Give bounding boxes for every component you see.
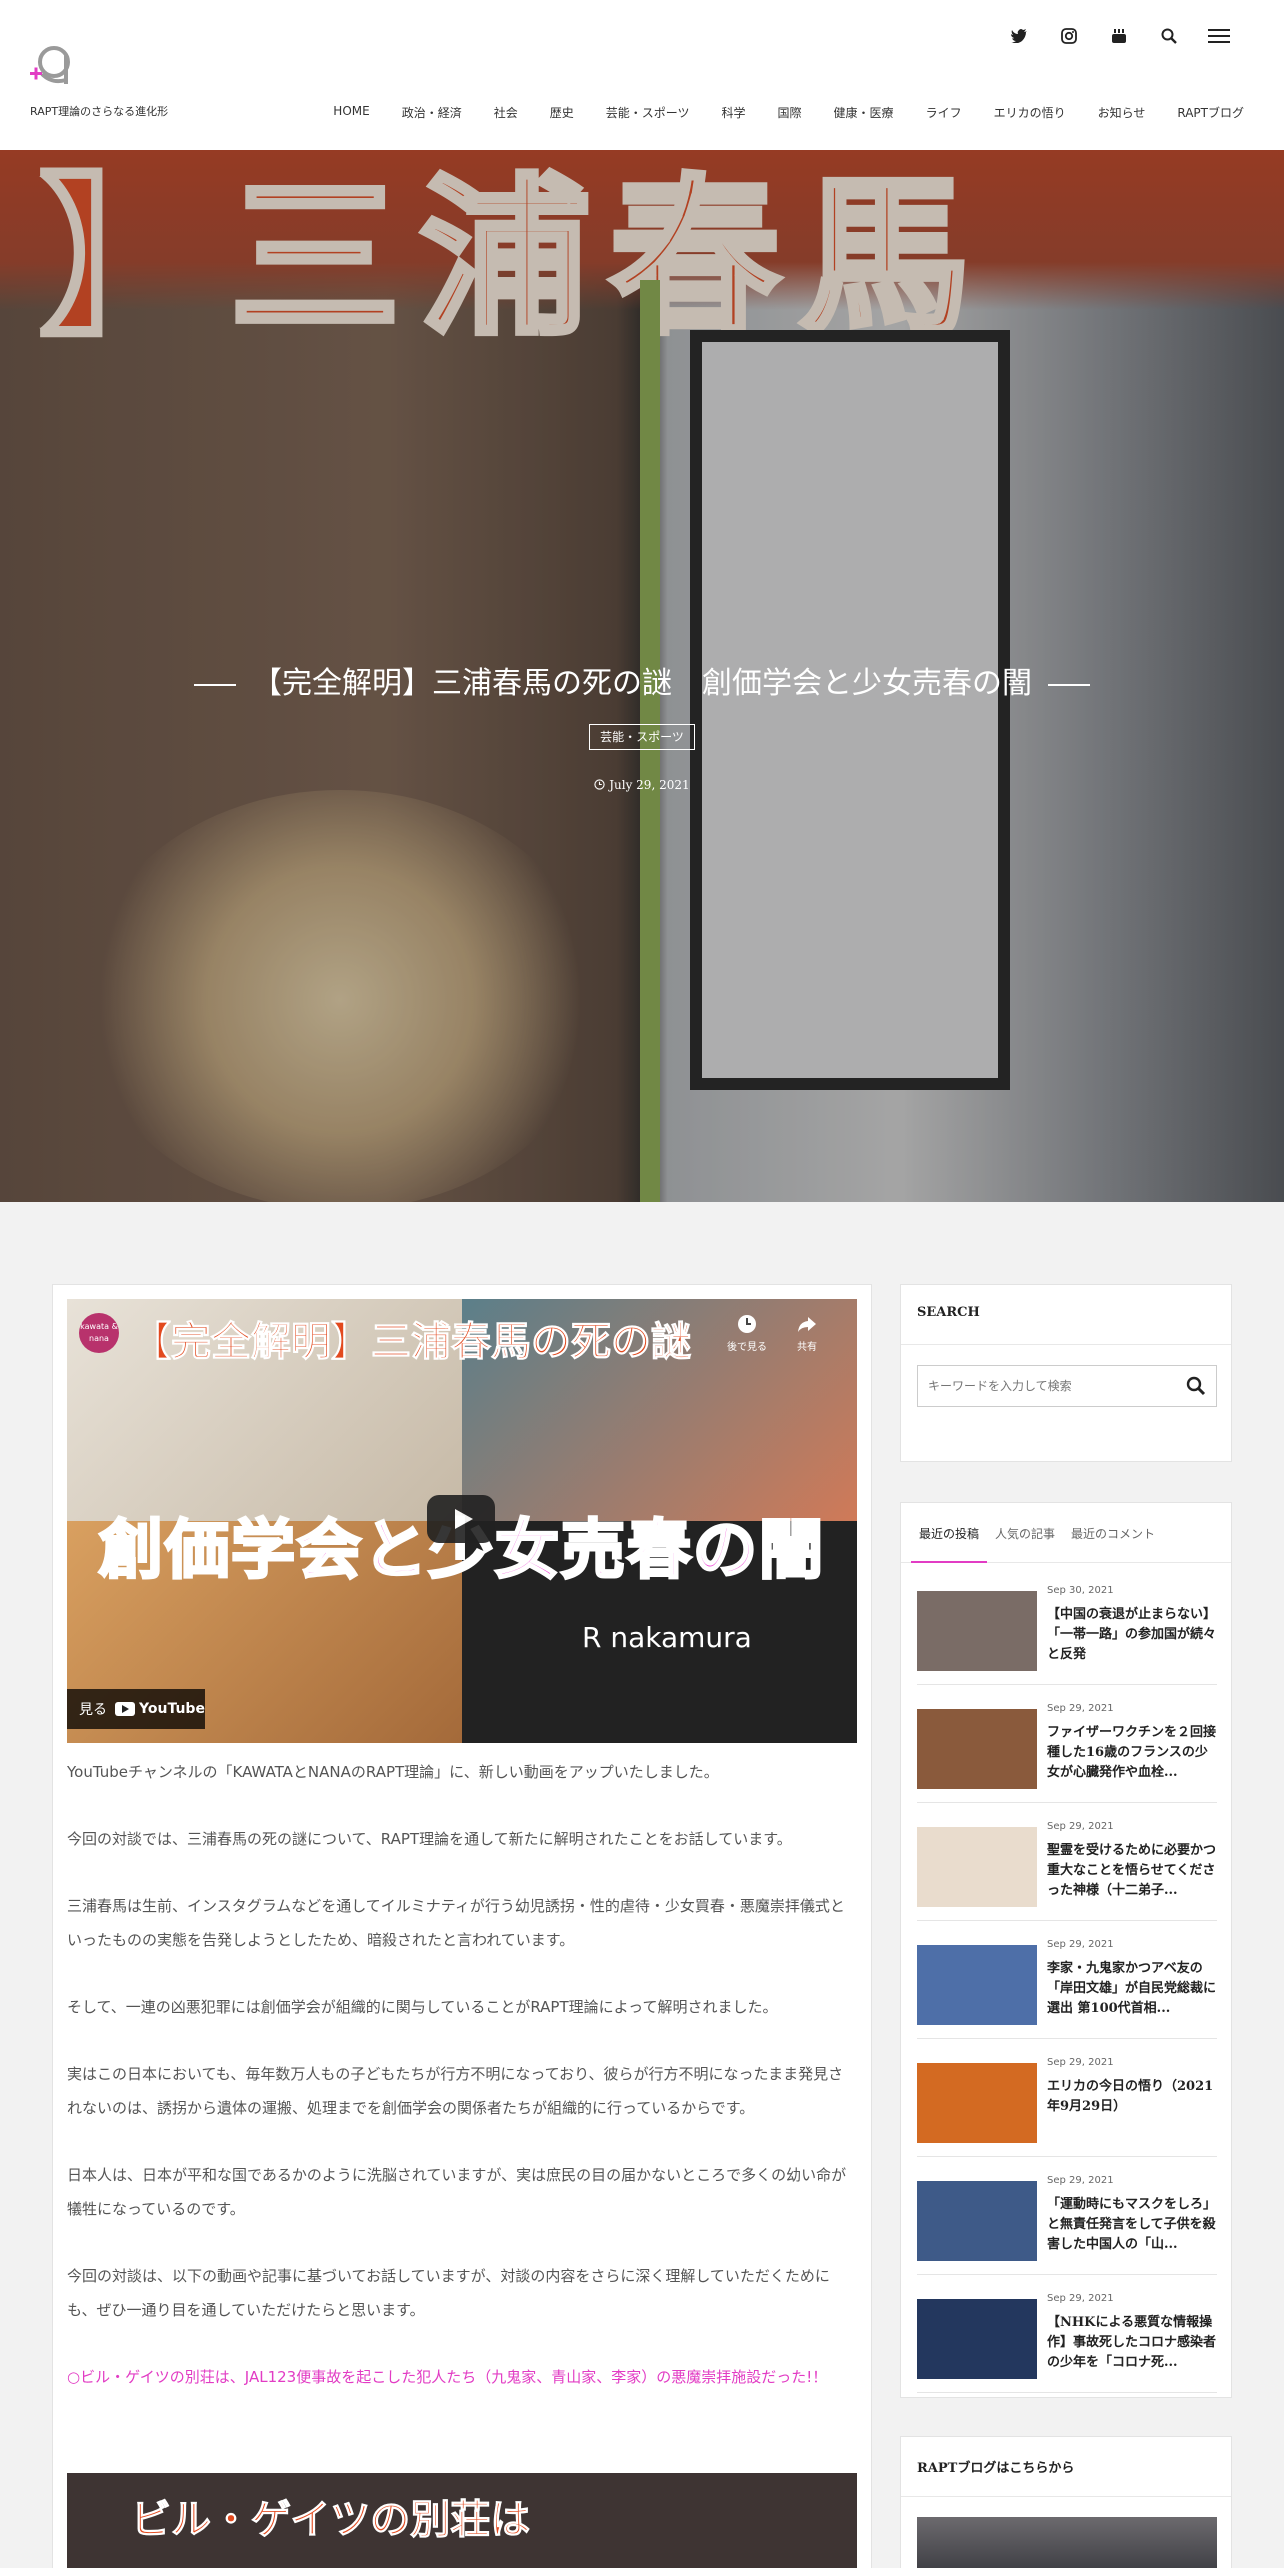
article-paragraph: YouTubeチャンネルの「KAWATAとNANAのRAPT理論」に、新しい動画… xyxy=(67,1763,719,1781)
post-item-title[interactable]: エリカの今日の悟り（2021年9月29日） xyxy=(1047,2077,1217,2117)
post-item-title[interactable]: 【中国の衰退が止まらない】「一帯一路」の参加国が続々と反発 xyxy=(1047,1605,1217,1665)
nav-life[interactable]: ライフ xyxy=(910,104,978,121)
post-item-date: Sep 29, 2021 xyxy=(1047,1939,1114,1950)
recent-post-item[interactable]: Sep 29, 2021 エリカの今日の悟り（2021年9月29日） xyxy=(917,2053,1217,2157)
search-box xyxy=(917,1365,1217,1407)
video-2-title[interactable]: ビル・ゲイツの別荘は xyxy=(130,2487,530,2545)
article-paragraph: 今回の対談では、三浦春馬の死の謎について、RAPT理論を通して新たに解明されたこ… xyxy=(67,1830,792,1848)
video-title[interactable]: 【完全解明】三浦春馬の死の謎 xyxy=(131,1309,692,1367)
youtube-embed-2[interactable]: ビル・ゲイツの別荘は xyxy=(67,2473,857,2568)
posts-tabs: 最近の投稿 人気の記事 最近のコメント xyxy=(901,1503,1231,1563)
site-subtitle: RAPT理論のさらなる進化形 xyxy=(30,105,169,118)
post-date: July 29, 2021 xyxy=(0,778,1284,792)
tab-recent-comments[interactable]: 最近のコメント xyxy=(1063,1503,1163,1563)
post-thumbnail[interactable] xyxy=(917,1945,1037,2025)
site-header: RAPT理論のさらなる進化形 HOME 政治・経済 社会 歴史 芸能・スポーツ … xyxy=(0,0,1284,150)
post-title: 【完全解明】三浦春馬の死の謎 創価学会と少女売春の闇 xyxy=(0,658,1284,702)
rapt-blog-widget-title: RAPTブログはこちらから xyxy=(901,2437,1231,2497)
search-input[interactable] xyxy=(918,1366,1168,1406)
youtube-embed[interactable]: 【完全解明】三浦春馬の死の謎 創価学会と少女売春の闇 R nakamura ka… xyxy=(67,1299,857,1743)
watch-later-button[interactable]: 後で見る xyxy=(727,1313,767,1353)
search-icon[interactable] xyxy=(1144,22,1194,50)
post-item-title[interactable]: 聖霊を受けるために必要かつ重大なことを悟らせてくださった神様（十二弟子... xyxy=(1047,1841,1217,1901)
recent-post-item[interactable]: Sep 29, 2021 「運動時にもマスクをしろ」と無責任発言をして子供を殺害し… xyxy=(917,2171,1217,2275)
post-category-badge[interactable]: 芸能・スポーツ xyxy=(589,724,695,750)
site-logo[interactable] xyxy=(28,44,72,90)
post-thumbnail[interactable] xyxy=(917,2063,1037,2143)
nav-home[interactable]: HOME xyxy=(317,104,385,121)
nav-society[interactable]: 社会 xyxy=(478,104,534,121)
posts-widget: 最近の投稿 人気の記事 最近のコメント Sep 30, 2021 【中国の衰退が止… xyxy=(900,1502,1232,2398)
hero-banner: 】三浦春馬 【完全解明】三浦春馬の死の謎 創価学会と少女売春の闇 芸能・スポーツ… xyxy=(0,150,1284,1202)
post-item-date: Sep 29, 2021 xyxy=(1047,2175,1114,2186)
recent-post-item[interactable]: Sep 29, 2021 ファイザーワクチンを２回接種した16歳のフランスの少女が… xyxy=(917,1699,1217,1803)
watch-on-youtube-button[interactable]: 見る YouTube xyxy=(67,1689,205,1729)
recent-post-item[interactable]: Sep 29, 2021 李家・九鬼家かつアベ友の「岸田文雄」が自民党総裁に選出 … xyxy=(917,1935,1217,2039)
youtube-icon[interactable] xyxy=(1094,22,1144,50)
post-thumbnail[interactable] xyxy=(917,1709,1037,1789)
nav-politics-economy[interactable]: 政治・経済 xyxy=(386,104,478,121)
video-name-caption: R nakamura xyxy=(582,1621,752,1654)
nav-science[interactable]: 科学 xyxy=(706,104,762,121)
rapt-blog-banner-image[interactable] xyxy=(917,2517,1217,2568)
share-button[interactable]: 共有 xyxy=(787,1313,827,1353)
search-widget-title: SEARCH xyxy=(901,1285,1231,1345)
tab-recent-posts[interactable]: 最近の投稿 xyxy=(911,1503,988,1563)
recent-post-item[interactable]: Sep 29, 2021 【NHKによる悪質な情報操作】事故死したコロナ感染者の少… xyxy=(917,2289,1217,2393)
post-thumbnail[interactable] xyxy=(917,1827,1037,1907)
menu-icon[interactable] xyxy=(1194,22,1244,50)
nav-news[interactable]: お知らせ xyxy=(1082,104,1162,121)
article-paragraph: 三浦春馬は生前、インスタグラムなどを通してイルミナティが行う幼児誘拐・性的虐待・… xyxy=(67,1897,845,1949)
nav-history[interactable]: 歴史 xyxy=(534,104,590,121)
article-paragraph: 日本人は、日本が平和な国であるかのように洗脳されていますが、実は庶民の目の届かな… xyxy=(67,2166,847,2218)
post-item-title[interactable]: ファイザーワクチンを２回接種した16歳のフランスの少女が心臓発作や血栓... xyxy=(1047,1723,1217,1783)
post-item-date: Sep 29, 2021 xyxy=(1047,1821,1114,1832)
post-item-title[interactable]: 【NHKによる悪質な情報操作】事故死したコロナ感染者の少年を「コロナ死... xyxy=(1047,2313,1217,2373)
clock-icon xyxy=(738,1315,756,1333)
nav-health-medical[interactable]: 健康・医療 xyxy=(818,104,910,121)
related-article-link[interactable]: ○ビル・ゲイツの別荘は、JAL123便事故を起こした犯人たち（九鬼家、青山家、李… xyxy=(67,2360,857,2394)
social-links xyxy=(994,22,1244,50)
nav-erika[interactable]: エリカの悟り xyxy=(978,104,1082,121)
rapt-blog-widget: RAPTブログはこちらから xyxy=(900,2436,1232,2568)
nav-entertainment-sports[interactable]: 芸能・スポーツ xyxy=(590,104,706,121)
post-item-date: Sep 29, 2021 xyxy=(1047,1703,1114,1714)
post-item-date: Sep 30, 2021 xyxy=(1047,1585,1114,1596)
post-item-date: Sep 29, 2021 xyxy=(1047,2057,1114,2068)
article-paragraph: 今回の対談は、以下の動画や記事に基づいてお話していますが、対談の内容をさらに深く… xyxy=(67,2267,830,2319)
article-paragraph: 実はこの日本においても、毎年数万人もの子どもたちが行方不明になっており、彼らが行… xyxy=(67,2065,844,2117)
article-container: 【完全解明】三浦春馬の死の謎 創価学会と少女売春の闇 R nakamura ka… xyxy=(52,1284,872,2568)
search-widget: SEARCH xyxy=(900,1284,1232,1462)
post-thumbnail[interactable] xyxy=(917,1591,1037,1671)
recent-post-item[interactable]: Sep 30, 2021 【中国の衰退が止まらない】「一帯一路」の参加国が続々と反… xyxy=(917,1581,1217,1685)
clock-icon xyxy=(594,779,606,790)
post-thumbnail[interactable] xyxy=(917,2299,1037,2379)
post-item-date: Sep 29, 2021 xyxy=(1047,2293,1114,2304)
search-icon[interactable] xyxy=(1186,1376,1206,1396)
post-item-title[interactable]: 李家・九鬼家かつアベ友の「岸田文雄」が自民党総裁に選出 第100代首相... xyxy=(1047,1959,1217,2019)
twitter-icon[interactable] xyxy=(994,22,1044,50)
play-button[interactable] xyxy=(427,1495,495,1543)
nav-rapt-blog[interactable]: RAPTブログ xyxy=(1161,104,1244,121)
youtube-logo-icon: YouTube xyxy=(115,1701,205,1717)
recent-post-item[interactable]: Sep 29, 2021 聖霊を受けるために必要かつ重大なことを悟らせてくださった… xyxy=(917,1817,1217,1921)
tab-popular-posts[interactable]: 人気の記事 xyxy=(987,1503,1063,1563)
instagram-icon[interactable] xyxy=(1044,22,1094,50)
post-item-title[interactable]: 「運動時にもマスクをしろ」と無責任発言をして子供を殺害した中国人の「山... xyxy=(1047,2195,1217,2255)
article-paragraph: そして、一連の凶悪犯罪には創価学会が組織的に関与していることがRAPT理論によっ… xyxy=(67,1998,778,2016)
article-body: YouTubeチャンネルの「KAWATAとNANAのRAPT理論」に、新しい動画… xyxy=(67,1755,857,2427)
nav-international[interactable]: 国際 xyxy=(762,104,818,121)
post-thumbnail[interactable] xyxy=(917,2181,1037,2261)
share-icon xyxy=(798,1317,816,1332)
channel-avatar[interactable]: kawata & nana xyxy=(79,1313,119,1353)
main-nav: HOME 政治・経済 社会 歴史 芸能・スポーツ 科学 国際 健康・医療 ライフ… xyxy=(317,104,1244,121)
